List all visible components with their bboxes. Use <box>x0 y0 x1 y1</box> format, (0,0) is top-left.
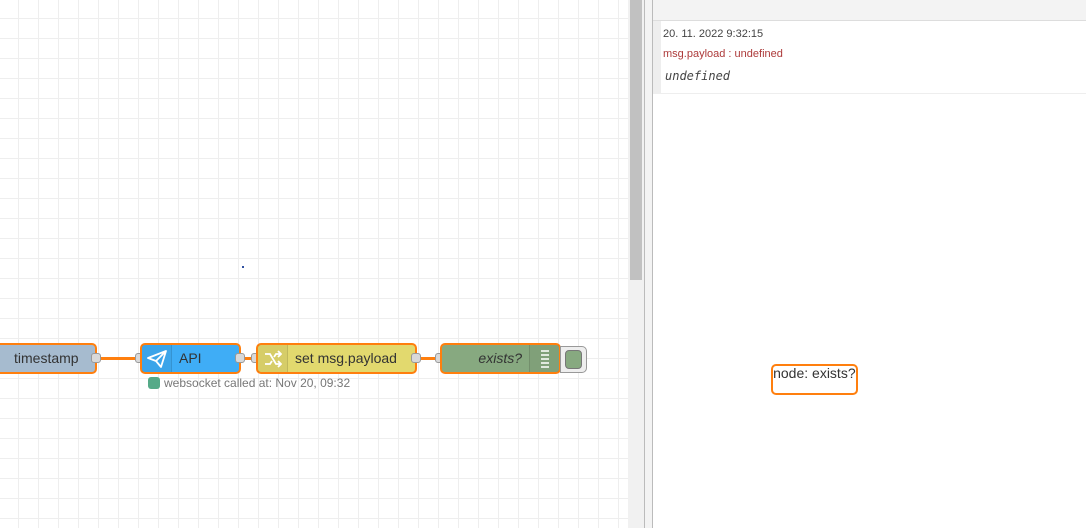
node-label: API <box>179 350 202 366</box>
debug-message-meta: 20. 11. 2022 9:32:15 node: exists? <box>663 27 1086 395</box>
debug-node-name[interactable]: node: exists? <box>771 364 858 395</box>
websocket-node-api[interactable]: API <box>140 343 241 374</box>
node-status: websocket called at: Nov 20, 09:32 <box>148 376 350 390</box>
shuffle-icon <box>258 345 288 372</box>
debug-message-path: msg.payload : undefined <box>663 48 783 60</box>
status-dot-icon <box>148 377 160 389</box>
node-label: set msg.payload <box>295 350 397 366</box>
debug-node-exists[interactable]: exists? <box>440 343 561 374</box>
flow-workspace[interactable]: timestamp API set msg.payload exists? we… <box>0 0 628 528</box>
status-text: websocket called at: Nov 20, 09:32 <box>164 376 351 390</box>
node-label: exists? <box>478 350 522 366</box>
node-label: timestamp <box>14 350 79 366</box>
debug-toggle-button[interactable] <box>560 346 587 373</box>
paper-plane-icon <box>142 345 172 372</box>
debug-toggle-indicator <box>565 350 582 369</box>
output-port-timestamp[interactable] <box>91 353 101 363</box>
cursor-dot <box>242 266 244 268</box>
wire-timestamp-api[interactable] <box>97 357 140 360</box>
debug-message-value: undefined <box>665 69 731 83</box>
debug-sidebar: 20. 11. 2022 9:32:15 node: exists? msg.pa… <box>653 0 1086 528</box>
sidebar-resize-handle[interactable] <box>644 0 653 528</box>
output-port-api[interactable] <box>235 353 245 363</box>
debug-message[interactable]: 20. 11. 2022 9:32:15 node: exists? msg.pa… <box>653 21 1086 395</box>
list-lines-icon <box>529 345 559 372</box>
output-port-change[interactable] <box>411 353 421 363</box>
debug-timestamp: 20. 11. 2022 9:32:15 <box>663 28 764 40</box>
inject-node-timestamp[interactable]: timestamp <box>0 343 97 374</box>
change-node-set-payload[interactable]: set msg.payload <box>256 343 417 374</box>
sidebar-toolbar <box>653 0 1086 21</box>
scrollbar-thumb[interactable] <box>630 0 642 280</box>
